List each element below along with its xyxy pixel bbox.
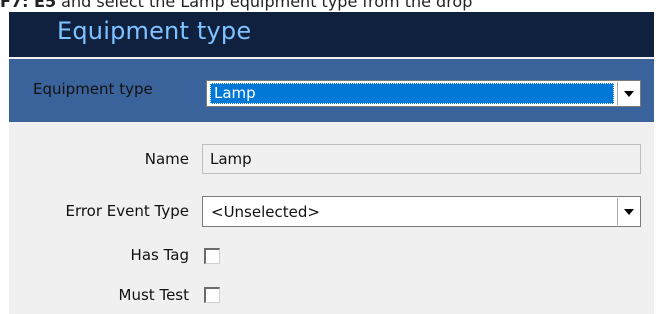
error-event-type-label: Error Event Type xyxy=(65,202,189,220)
must-test-checkbox[interactable] xyxy=(204,287,220,303)
instruction-caption: F7: E5 and select the Lamp equipment typ… xyxy=(0,0,666,12)
equipment-type-selected-value: Lamp xyxy=(210,83,614,104)
equipment-type-dropdown[interactable]: Lamp xyxy=(206,80,641,107)
name-label: Name xyxy=(144,150,189,168)
equipment-type-label: Equipment type xyxy=(33,80,153,98)
error-event-type-dropdown-button[interactable] xyxy=(617,198,639,225)
chevron-down-icon xyxy=(624,208,634,215)
error-event-type-dropdown[interactable]: <Unselected> xyxy=(202,196,641,227)
instruction-prefix: F7: E5 xyxy=(0,0,57,11)
equipment-type-window: Equipment type Equipment type Lamp Name … xyxy=(9,12,654,314)
instruction-text: and select the Lamp equipment type from … xyxy=(56,0,473,11)
must-test-label: Must Test xyxy=(118,286,189,304)
has-tag-checkbox[interactable] xyxy=(204,248,220,264)
chevron-down-icon xyxy=(624,90,634,97)
error-event-type-selected-value: <Unselected> xyxy=(211,203,320,221)
window-title: Equipment type xyxy=(57,17,252,45)
name-value: Lamp xyxy=(210,150,252,168)
name-field[interactable]: Lamp xyxy=(202,144,641,174)
equipment-type-dropdown-button[interactable] xyxy=(617,82,639,105)
window-title-bar: Equipment type xyxy=(9,12,654,57)
has-tag-label: Has Tag xyxy=(130,246,189,264)
